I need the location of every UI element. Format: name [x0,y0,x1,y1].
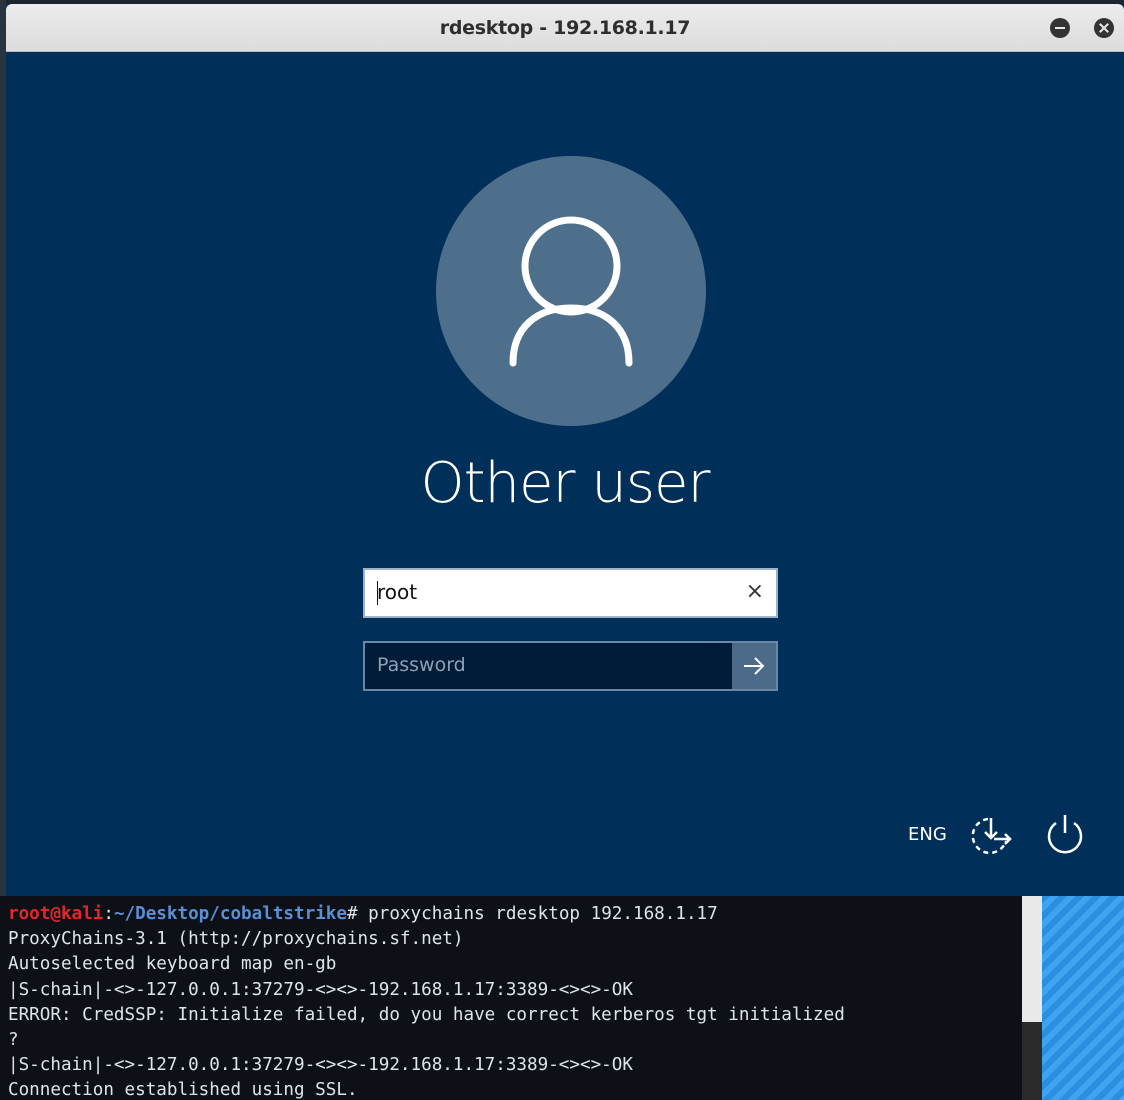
user-avatar [436,156,706,426]
submit-button[interactable] [732,643,776,689]
terminal-line: |S-chain|-<>-127.0.0.1:37279-<><>-192.16… [8,1055,633,1076]
prompt-separator: : [103,904,114,924]
prompt-user: root@kali [8,904,104,924]
language-indicator[interactable]: ENG [908,824,947,845]
power-icon[interactable] [1042,811,1088,857]
terminal-line: Autoselected keyboard map en-gb [8,954,337,975]
password-placeholder: Password [377,654,466,676]
text-caret [377,581,378,605]
terminal-scrollbar[interactable] [1022,896,1042,1100]
terminal-line: ERROR: CredSSP: Initialize failed, do yo… [8,1004,845,1025]
ease-of-access-icon[interactable] [968,811,1018,861]
desktop-background-right [1042,896,1124,1100]
arrow-right-icon [744,657,765,675]
user-silhouette-icon [509,216,633,367]
rdesktop-window: rdesktop - 192.168.1.17 Other user root … [6,4,1124,896]
minimize-button[interactable] [1050,18,1070,38]
windows-login-screen: Other user root × Password ENG [6,53,1124,896]
password-field[interactable]: Password [363,641,778,691]
terminal-lines: root@kali:~/Desktop/cobaltstrike# proxyc… [8,902,845,1100]
login-user-name: Other user [420,451,711,516]
scrollbar-thumb[interactable] [1022,896,1042,1022]
terminal-output[interactable]: root@kali:~/Desktop/cobaltstrike# proxyc… [0,896,1022,1100]
window-title: rdesktop - 192.168.1.17 [439,17,691,39]
terminal-line: Connection established using SSL. [8,1080,358,1100]
close-icon[interactable]: × [746,579,764,605]
terminal-line: |S-chain|-<>-127.0.0.1:37279-<><>-192.16… [8,979,633,1000]
terminal-line: ProxyChains-3.1 (http://proxychains.sf.n… [8,929,464,950]
username-value: root [377,580,418,604]
username-field[interactable]: root × [363,568,778,618]
terminal-line: ? [8,1030,19,1051]
prompt-path: ~/Desktop/cobaltstrike [113,904,347,924]
close-window-button[interactable] [1094,18,1114,38]
prompt-command: # proxychains rdesktop 192.168.1.17 [346,904,718,924]
terminal-prompt-line: root@kali:~/Desktop/cobaltstrike# proxyc… [8,902,845,927]
title-bar[interactable]: rdesktop - 192.168.1.17 [6,4,1124,52]
